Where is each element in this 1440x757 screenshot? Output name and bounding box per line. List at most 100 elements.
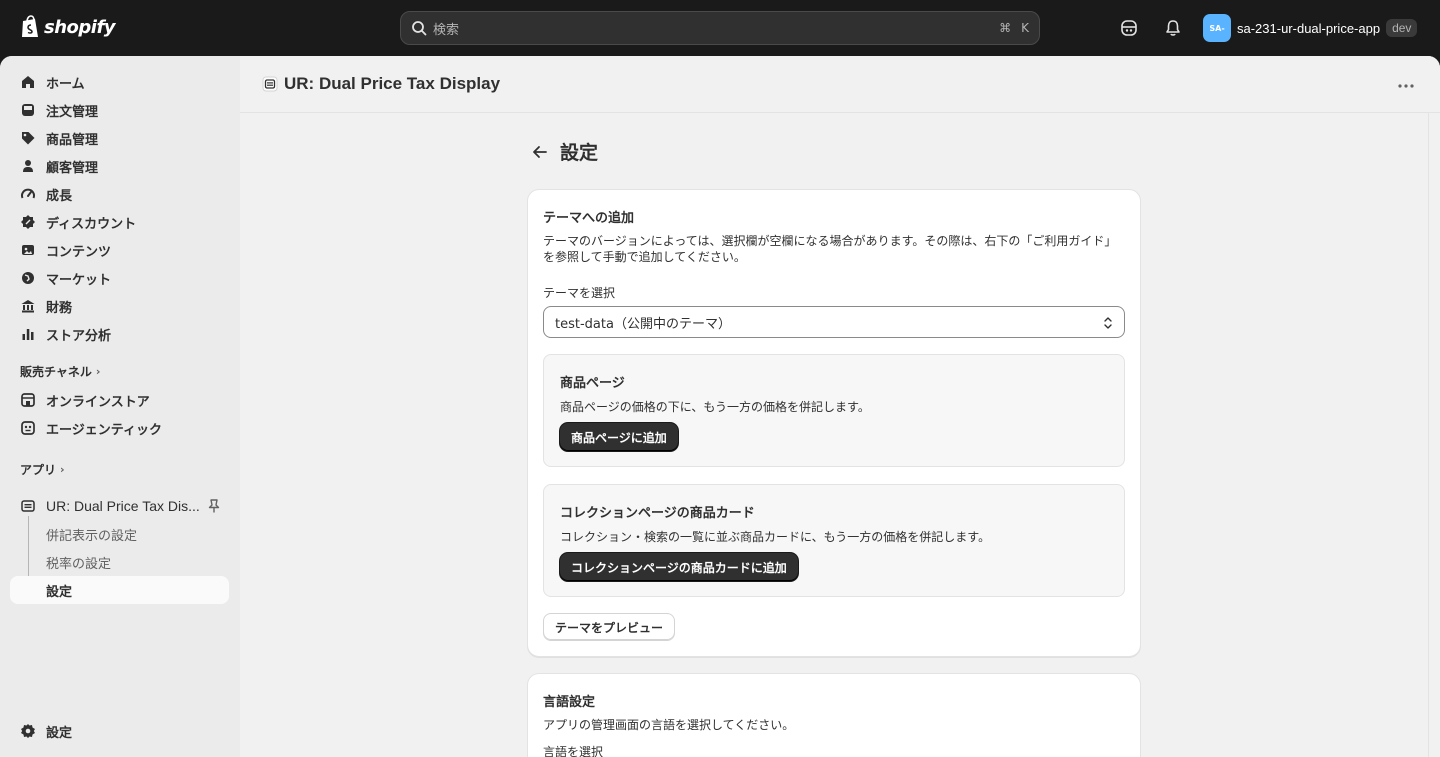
- discount-icon: [21, 215, 35, 229]
- sidebar-item-markets[interactable]: マーケット: [10, 264, 229, 292]
- gear-icon: [21, 724, 35, 738]
- product-page-title: 商品ページ: [560, 376, 625, 391]
- sidebar-subitem-tax-rate[interactable]: 税率の設定: [46, 553, 111, 572]
- arrow-left-icon[interactable]: [530, 142, 550, 162]
- sidebar-item-app[interactable]: UR: Dual Price Tax Dis...: [10, 492, 229, 520]
- more-actions-icon[interactable]: [1396, 76, 1416, 96]
- sidebar-item-label: 成長: [46, 188, 73, 204]
- sidebar-item-agentic[interactable]: エージェンティック: [10, 414, 229, 442]
- divider: [1428, 113, 1429, 757]
- home-icon: [22, 76, 34, 88]
- account-menu[interactable]: SA- sa-231-ur-dual-price-app dev: [1203, 14, 1418, 42]
- theme-select[interactable]: test-data（公開中のテーマ）: [543, 306, 1125, 338]
- search-input[interactable]: 検索: [433, 19, 989, 38]
- app-title-text: UR: Dual Price Tax Display: [284, 74, 501, 93]
- chart-bar-icon: [22, 329, 34, 340]
- add-to-product-page-button[interactable]: 商品ページに追加: [560, 423, 678, 451]
- page-title: 設定: [560, 142, 599, 164]
- sidebar-item-analytics[interactable]: ストア分析: [10, 320, 229, 348]
- add-to-collection-page-button[interactable]: コレクションページの商品カードに追加: [560, 553, 798, 581]
- account-name: sa-231-ur-dual-price-app: [1237, 20, 1381, 36]
- sidebar-item-label: 商品管理: [46, 132, 99, 148]
- product-page-section: 商品ページ 商品ページの価格の下に、もう一方の価格を併記します。 商品ページに追…: [543, 354, 1125, 467]
- env-badge: dev: [1386, 19, 1418, 37]
- sidebar-item-label: 顧客管理: [46, 160, 99, 176]
- sidebar-app-name: UR: Dual Price Tax Dis...: [46, 498, 200, 514]
- sidebar-item-finance[interactable]: 財務: [10, 292, 229, 320]
- sidebar-item-orders[interactable]: 注文管理: [10, 96, 229, 124]
- tag-icon: [22, 132, 35, 145]
- card-description-line-1: テーマのバージョンによっては、選択欄が空欄になる場合があります。その際は、右下の…: [543, 234, 1117, 248]
- content-icon: [22, 245, 34, 255]
- app-icon: [262, 76, 278, 92]
- inbox-icon: [22, 104, 34, 116]
- gauge-icon: [21, 188, 35, 199]
- chevron-right-icon: ›: [60, 463, 65, 476]
- admin-shell: ホーム 注文管理 商品管理 顧客管理 成長 ディスカウント コンテンツ マーケッ…: [0, 56, 1440, 757]
- sidebar-item-label: ストア分析: [46, 328, 112, 344]
- sidebar-item-label: オンラインストア: [46, 394, 150, 410]
- sidebar-item-discounts[interactable]: ディスカウント: [10, 208, 229, 236]
- sidebar-item-online-store[interactable]: オンラインストア: [10, 386, 229, 414]
- collection-page-title: コレクションページの商品カード: [560, 506, 755, 521]
- sidebar-item-label: マーケット: [46, 272, 112, 288]
- shortcut-cmd: ⌘: [999, 21, 1012, 35]
- apps-label: アプリ: [20, 463, 57, 477]
- select-chevron-icon: [1104, 317, 1112, 329]
- product-page-text: 商品ページの価格の下に、もう一方の価格を併記します。: [560, 400, 870, 414]
- sidebar-item-growth[interactable]: 成長: [10, 180, 229, 208]
- logo-text: shopify: [44, 16, 116, 38]
- theme-select-value: test-data（公開中のテーマ）: [555, 316, 731, 332]
- collection-page-section: コレクションページの商品カード コレクション・検索の一覧に並ぶ商品カードに、もう…: [543, 484, 1125, 597]
- bank-icon: [21, 300, 35, 313]
- sidekick-icon[interactable]: [1119, 18, 1139, 38]
- card-description-line-2: を参照して手動で追加してください。: [543, 250, 746, 264]
- sidebar-item-content[interactable]: コンテンツ: [10, 236, 229, 264]
- language-select-label: 言語を選択: [543, 745, 604, 757]
- top-bar: shopify 検索 ⌘ K SA- sa-231-ur-dual-price-…: [0, 0, 1440, 56]
- sidebar-item-label: 設定: [46, 725, 73, 741]
- sidebar-subitem-label: 設定: [46, 584, 73, 600]
- sidebar-item-customers[interactable]: 顧客管理: [10, 152, 229, 180]
- app-title: UR: Dual Price Tax Display: [262, 74, 500, 94]
- collection-page-text: コレクション・検索の一覧に並ぶ商品カードに、もう一方の価格を併記します。: [560, 530, 991, 544]
- avatar: SA-: [1203, 14, 1231, 42]
- card-title: テーマへの追加: [543, 211, 635, 226]
- sidebar-subitem-dual-display[interactable]: 併記表示の設定: [46, 525, 137, 544]
- sidebar-item-label: ホーム: [46, 76, 85, 92]
- sidebar-item-products[interactable]: 商品管理: [10, 124, 229, 152]
- shopify-logo[interactable]: shopify: [20, 15, 116, 39]
- search-bar[interactable]: 検索 ⌘ K: [400, 11, 1040, 45]
- sidebar-subitem-settings[interactable]: 設定: [10, 576, 229, 604]
- sales-channels-label: 販売チャネル: [20, 365, 92, 379]
- card-description: アプリの管理画面の言語を選択してください。: [543, 718, 795, 732]
- bell-icon[interactable]: [1163, 18, 1183, 38]
- agent-icon: [21, 421, 35, 435]
- sidebar-item-label: 財務: [46, 300, 73, 316]
- sidebar-item-label: ディスカウント: [46, 216, 137, 232]
- app-icon: [21, 500, 35, 512]
- preview-theme-button[interactable]: テーマをプレビュー: [543, 613, 676, 641]
- main-content: UR: Dual Price Tax Display 設定 テーマへの追加 テー…: [240, 56, 1440, 757]
- sidebar-item-settings[interactable]: 設定: [10, 717, 229, 745]
- theme-card: テーマへの追加 テーマのバージョンによっては、選択欄が空欄になる場合があります。…: [527, 189, 1141, 657]
- store-icon: [21, 393, 35, 407]
- card-title: 言語設定: [543, 695, 596, 710]
- apps-heading[interactable]: アプリ ›: [20, 461, 65, 478]
- sidebar-item-home[interactable]: ホーム: [10, 68, 229, 96]
- chevron-right-icon: ›: [95, 365, 101, 378]
- page-header: 設定: [530, 138, 598, 165]
- shopify-bag-icon: [22, 15, 38, 37]
- sidebar: ホーム 注文管理 商品管理 顧客管理 成長 ディスカウント コンテンツ マーケッ…: [0, 56, 240, 757]
- sidebar-item-label: コンテンツ: [46, 244, 112, 260]
- shortcut-key: K: [1021, 21, 1029, 35]
- sidebar-item-label: 注文管理: [46, 104, 99, 120]
- language-card: 言語設定 アプリの管理画面の言語を選択してください。 言語を選択: [527, 673, 1141, 757]
- sales-channels-heading[interactable]: 販売チャネル ›: [20, 363, 100, 380]
- search-icon: [412, 21, 427, 36]
- person-icon: [23, 160, 33, 172]
- pin-icon[interactable]: [206, 498, 222, 514]
- theme-select-label: テーマを選択: [543, 286, 616, 300]
- sidebar-item-label: エージェンティック: [46, 422, 162, 438]
- globe-icon: [22, 272, 34, 284]
